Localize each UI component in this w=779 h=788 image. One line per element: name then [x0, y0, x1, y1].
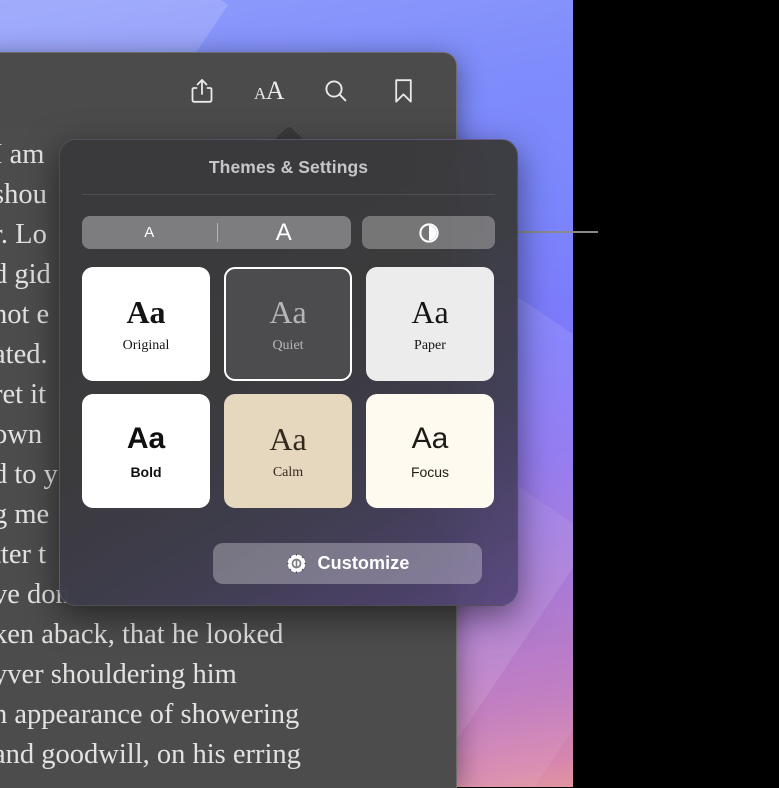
font-size-divider	[216, 223, 218, 242]
reader-text-line: yver shouldering him	[0, 659, 237, 690]
text-size-icon[interactable]: A A	[252, 74, 286, 108]
theme-label-quiet: Quiet	[272, 337, 304, 353]
bookmark-icon[interactable]	[386, 74, 420, 108]
theme-card-paper[interactable]: Aa Paper	[366, 267, 494, 381]
theme-label-focus: Focus	[410, 463, 450, 480]
theme-card-original[interactable]: Aa Original	[82, 267, 210, 381]
theme-sample-original: Aa	[126, 293, 166, 330]
text-size-icon-big-a: A	[265, 76, 285, 105]
theme-card-focus[interactable]: Aa Focus	[366, 394, 494, 508]
theme-sample-calm: Aa	[269, 420, 307, 457]
reader-text-line: ken aback, that he looked	[0, 619, 284, 650]
theme-label-original: Original	[122, 337, 170, 353]
reader-toolbar: A A	[0, 53, 456, 128]
half-filled-circle-icon	[418, 222, 439, 243]
search-icon[interactable]	[319, 74, 353, 108]
reader-text-line: and goodwill, on his erring	[0, 739, 301, 770]
theme-sample-focus: Aa	[411, 421, 449, 455]
theme-label-calm: Calm	[272, 464, 304, 480]
customize-label: Customize	[317, 553, 410, 573]
reader-text-line: n appearance of showering	[0, 699, 300, 730]
theme-label-paper: Paper	[414, 337, 446, 353]
appearance-toggle-button[interactable]	[362, 216, 495, 249]
popover-divider	[82, 194, 495, 195]
theme-sample-paper: Aa	[411, 293, 449, 330]
font-size-increase-button[interactable]: A	[217, 220, 352, 245]
share-icon[interactable]	[185, 74, 219, 108]
controls-row: A A	[82, 216, 495, 249]
theme-sample-bold: Aa	[126, 421, 166, 455]
themes-settings-popover: Themes & Settings A A Aa Original Aa Quiet A…	[59, 139, 518, 606]
theme-card-calm[interactable]: Aa Calm	[224, 394, 352, 508]
font-size-segmented-control[interactable]: A A	[82, 216, 351, 249]
theme-label-bold: Bold	[130, 463, 162, 480]
font-size-decrease-button[interactable]: A	[82, 225, 217, 240]
theme-sample-quiet: Aa	[269, 293, 307, 330]
theme-card-quiet[interactable]: Aa Quiet	[224, 267, 352, 381]
text-size-icon-small-a: A	[253, 84, 266, 103]
popover-title: Themes & Settings	[208, 157, 369, 177]
customize-button[interactable]: Customize	[213, 543, 482, 584]
theme-grid: Aa Original Aa Quiet Aa Paper Aa Bold Aa Calm Aa Fo…	[82, 267, 495, 508]
gear-icon	[286, 553, 306, 574]
theme-card-bold[interactable]: Aa Bold	[82, 394, 210, 508]
